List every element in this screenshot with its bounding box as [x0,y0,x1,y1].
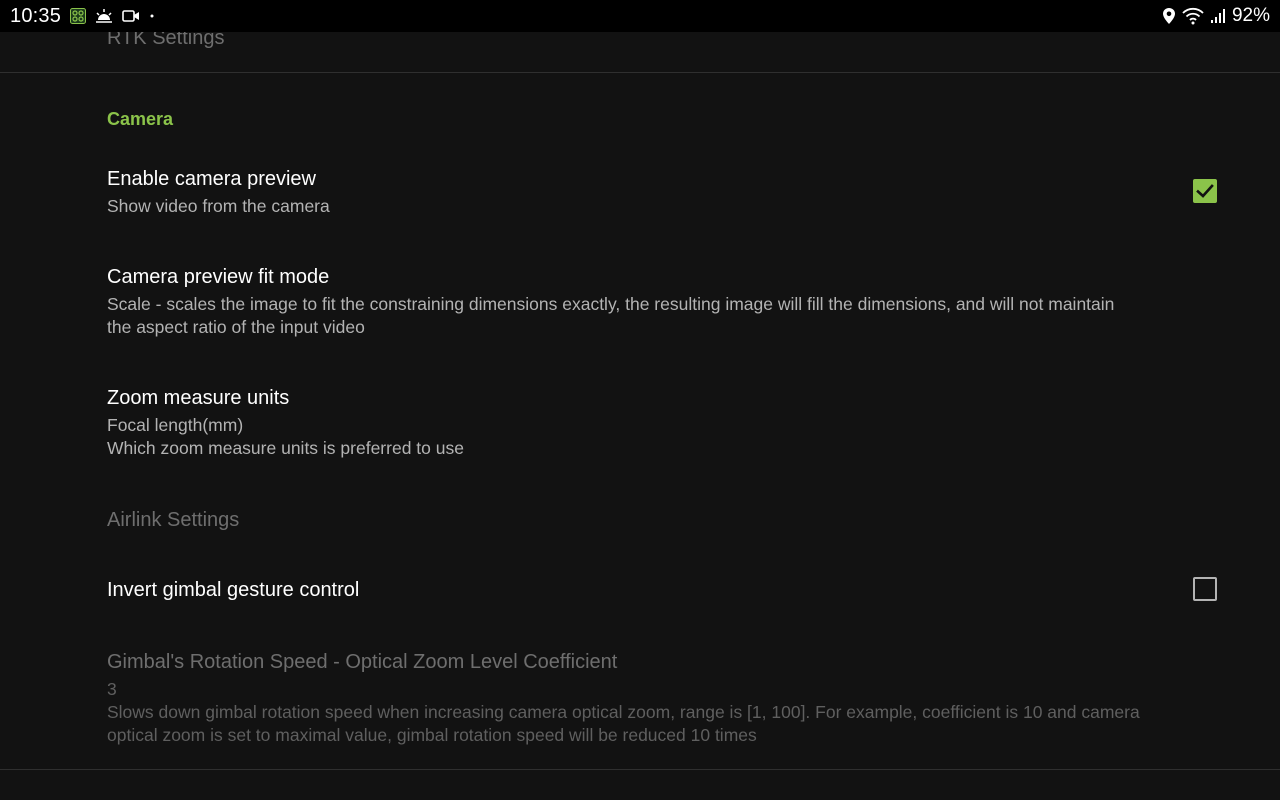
pref-title: Camera preview fit mode [107,266,330,288]
dot-icon [149,8,155,24]
notification-icons [70,8,164,24]
divider [0,769,1280,770]
video-camera-icon [122,9,140,23]
pref-title: Enable camera preview [107,168,316,190]
rtk-settings-item[interactable]: RTK Settings [107,32,224,50]
pref-title: Gimbal's Rotation Speed - Optical Zoom L… [107,651,618,673]
battery-percent: 92% [1231,5,1270,26]
system-icons: 92% [1156,6,1270,26]
divider [0,72,1280,73]
gimbal-rotation-speed-pref[interactable]: Gimbal's Rotation Speed - Optical Zoom L… [107,650,1257,747]
pref-value: 3 [107,679,117,699]
signal-icon [1210,8,1226,24]
pref-summary: Focal length(mm) Which zoom measure unit… [107,414,1247,460]
pref-title: Zoom measure units [107,387,290,409]
app-icon [70,8,86,24]
airlink-settings-item[interactable]: Airlink Settings [107,508,239,532]
pref-summary: 3 Slows down gimbal rotation speed when … [107,678,1257,747]
status-bar: 10:35 92% [0,0,1280,32]
summary-line: optical zoom is set to maximal value, gi… [107,725,757,745]
summary-line: Slows down gimbal rotation speed when in… [107,702,1140,722]
weather-icon [95,8,113,24]
camera-category-header: Camera [107,109,174,129]
summary-line: Which zoom measure units is preferred to… [107,438,464,458]
pref-title: Invert gimbal gesture control [107,579,360,601]
enable-camera-preview-checkbox[interactable] [1193,179,1217,203]
enable-camera-preview-pref[interactable]: Enable camera preview Show video from th… [107,167,1247,218]
checkmark-icon [1196,184,1214,198]
zoom-measure-units-pref[interactable]: Zoom measure units Focal length(mm) Whic… [107,386,1247,460]
status-time: 10:35 [10,5,62,27]
invert-gimbal-gesture-control-pref[interactable]: Invert gimbal gesture control [107,578,1247,602]
pref-value: Focal length(mm) [107,415,244,435]
summary-line: the aspect ratio of the input video [107,317,365,337]
pref-summary: Show video from the camera [107,196,330,216]
camera-preview-fit-mode-pref[interactable]: Camera preview fit mode Scale - scales t… [107,265,1237,339]
location-icon [1162,7,1176,25]
summary-line: Scale - scales the image to fit the cons… [107,294,1115,314]
wifi-icon [1182,7,1204,25]
pref-summary: Scale - scales the image to fit the cons… [107,293,1237,339]
invert-gimbal-gesture-control-checkbox[interactable] [1193,577,1217,601]
settings-list[interactable]: RTK Settings Camera Enable camera previe… [0,32,1280,800]
